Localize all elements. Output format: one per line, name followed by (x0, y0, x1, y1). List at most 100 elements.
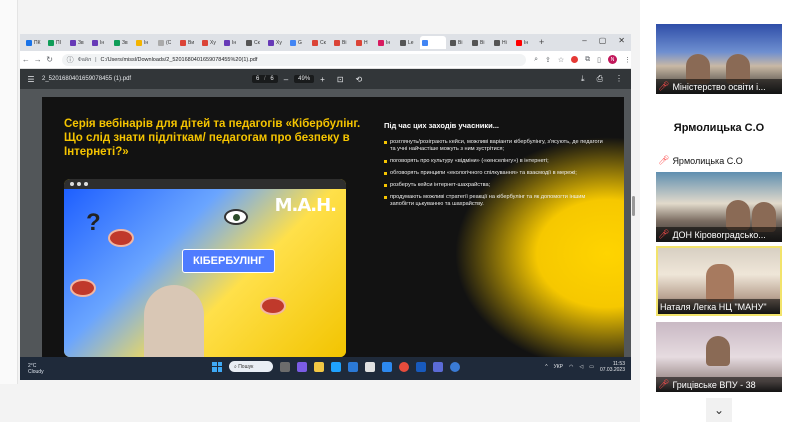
browser-tab[interactable]: Xy (200, 36, 220, 49)
participant-nameplate: 🎤︎ Ярмолицька С.О (656, 153, 782, 168)
browser-tab[interactable]: G (288, 36, 308, 49)
fit-page-icon[interactable]: ⊡ (337, 75, 344, 84)
browser-tab[interactable] (420, 36, 446, 49)
participant-tile[interactable]: Ярмолицька С.О 🎤︎ Ярмолицька С.О (656, 98, 782, 168)
browser-tab[interactable]: Ві (332, 36, 352, 49)
split-resize-handle[interactable] (632, 196, 635, 216)
tab-label: Ві (480, 39, 485, 46)
tab-label: Ін (144, 39, 149, 46)
pdf-more-icon[interactable]: ⋮ (615, 74, 623, 84)
window-dot-icon (77, 182, 81, 186)
zoom-app-icon[interactable] (433, 361, 443, 372)
browser-tab[interactable]: Ін (376, 36, 396, 49)
url-scheme-label: Файл (77, 56, 92, 63)
kebab-menu-icon[interactable]: ⋮ (624, 56, 631, 64)
browser-tab[interactable]: Ін (222, 36, 242, 49)
pdf-menu-icon[interactable]: ☰ (20, 75, 42, 84)
browser-tab[interactable]: ПК (24, 36, 44, 49)
zoom-input[interactable]: 49% (294, 75, 315, 83)
browser-tab[interactable]: Ві (470, 36, 490, 49)
sidepanel-icon[interactable]: ▯ (597, 56, 601, 64)
meet-icon[interactable] (450, 361, 460, 372)
chevron-down-icon[interactable]: ⌄ (706, 398, 732, 422)
browser-tab[interactable]: Зв (112, 36, 132, 49)
edge-icon[interactable] (331, 361, 341, 372)
puzzle-icon[interactable]: ⧉ (585, 56, 590, 64)
new-tab-button[interactable]: + (539, 38, 544, 47)
tab-label: Ін (524, 39, 529, 46)
tab-favicon-icon (136, 39, 142, 46)
pdf-viewport[interactable]: Серія вебінарів для дітей та педагогів «… (20, 89, 631, 357)
browser-tab[interactable]: Ін (90, 36, 110, 49)
back-icon[interactable]: ← (20, 55, 32, 64)
bullet-item: продумають можливі стратегії реакції на … (384, 194, 604, 208)
left-panel-edge (0, 0, 18, 422)
cyberbullying-label: КІБЕРБУЛІНГ (182, 249, 276, 273)
browser-tab[interactable]: Н (354, 36, 374, 49)
extension-icon[interactable] (571, 56, 579, 63)
taskview-icon[interactable] (280, 361, 290, 372)
zoom-in-button[interactable]: + (320, 75, 325, 84)
participant-tile[interactable]: 🎤︎ ДОН Кіровоградсько... (656, 172, 782, 242)
weather-widget[interactable]: 2°C Cloudy (28, 363, 44, 375)
url-text: C:/Users/missl/Downloads/2_5201680401659… (100, 56, 258, 63)
print-icon[interactable]: ⎙ (597, 74, 603, 84)
browser-tab[interactable]: Ві (448, 36, 468, 49)
taskbar-search[interactable]: ⌕ Пошук (229, 361, 273, 372)
store-icon[interactable] (348, 361, 358, 372)
minimize-icon[interactable]: – (582, 36, 586, 45)
teams-icon[interactable] (297, 361, 307, 372)
participant-tile[interactable]: 🎤︎ Грицівське ВПУ - 38 (656, 322, 782, 392)
forward-icon[interactable]: → (32, 55, 44, 64)
tab-label: Ск (254, 39, 260, 46)
tab-label: Н (364, 39, 368, 46)
tray-chevron-icon[interactable]: ^ (545, 364, 547, 370)
lang-indicator[interactable]: УКР (554, 364, 563, 370)
address-bar: ← → ↻ ⓘ Файл | C:/Users/missl/Downloads/… (20, 51, 631, 69)
profile-avatar[interactable]: N (608, 55, 617, 64)
participant-tile[interactable]: 🎤︎ Міністерство освіти і... (656, 24, 782, 94)
share-icon[interactable]: ⇪ (545, 56, 551, 64)
url-field[interactable]: ⓘ Файл | C:/Users/missl/Downloads/2_5201… (61, 53, 527, 66)
info-icon[interactable]: ⓘ (67, 55, 74, 65)
tab-favicon-icon (472, 39, 478, 46)
tab-favicon-icon (312, 39, 318, 46)
browser-tab[interactable]: Le (398, 36, 418, 49)
page-number-input[interactable]: 6 / 6 (252, 75, 278, 83)
browser-tab[interactable]: Ви (178, 36, 198, 49)
explorer-icon[interactable] (314, 361, 324, 372)
browser-tab[interactable]: ПІ (46, 36, 66, 49)
participant-tile-active[interactable]: Наталя Легка НЦ "МАНУ" (656, 246, 782, 316)
browser-tab[interactable]: (С (156, 36, 176, 49)
chrome-icon[interactable] (399, 361, 409, 372)
app-icon[interactable] (382, 361, 392, 372)
browser-tab[interactable]: Ін (134, 36, 154, 49)
browser-tab[interactable]: Ск (310, 36, 330, 49)
download-icon[interactable]: ⤓ (581, 74, 585, 84)
tab-favicon-icon (356, 39, 362, 46)
reload-icon[interactable]: ↻ (44, 55, 56, 64)
mic-off-icon: 🎤︎ (658, 81, 670, 91)
close-icon[interactable]: ✕ (618, 36, 625, 45)
browser-tab[interactable]: Xy (266, 36, 286, 49)
rotate-icon[interactable]: ⟲ (356, 75, 363, 84)
tab-favicon-icon (92, 39, 98, 46)
browser-tab[interactable]: Зв (68, 36, 88, 49)
taskbar-clock[interactable]: 11:53 07.03.2023 (600, 361, 625, 373)
start-icon[interactable] (212, 361, 222, 372)
battery-icon[interactable]: ▭ (589, 364, 594, 370)
zoom-icon[interactable]: ⌕ (534, 56, 538, 64)
browser-tab[interactable]: Ск (244, 36, 264, 49)
participant-nameplate: 🎤︎ Грицівське ВПУ - 38 (656, 377, 782, 392)
maximize-icon[interactable]: ▢ (599, 36, 607, 45)
zoom-out-button[interactable]: – (284, 75, 288, 84)
word-icon[interactable] (416, 361, 426, 372)
wifi-icon[interactable]: ◠ (569, 364, 573, 370)
tab-label: Ін (232, 39, 237, 46)
volume-icon[interactable]: ◁ (579, 364, 583, 370)
app-l-icon[interactable] (365, 361, 375, 372)
browser-tab[interactable]: Ін (514, 36, 534, 49)
browser-tab[interactable]: Hi (492, 36, 512, 49)
bookmark-star-icon[interactable]: ☆ (558, 56, 564, 64)
tab-favicon-icon (26, 39, 32, 46)
